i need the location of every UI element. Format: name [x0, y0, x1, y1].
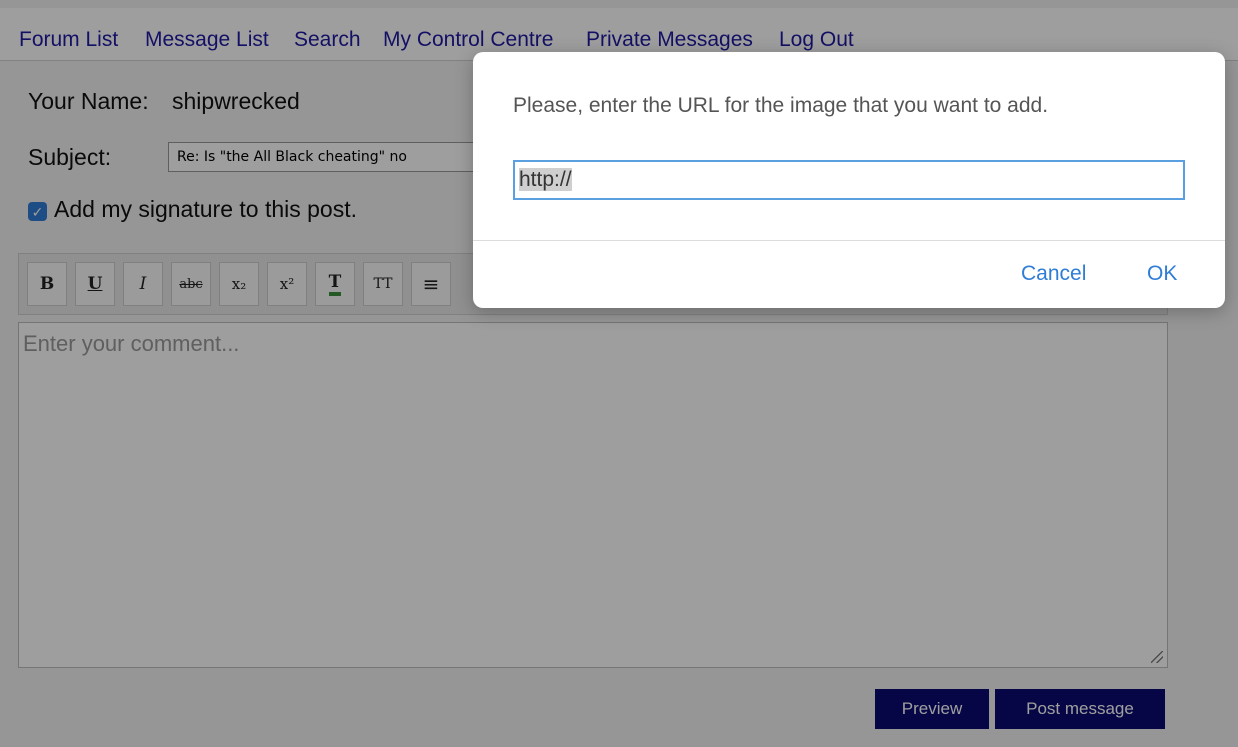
image-url-dialog: Please, enter the URL for the image that… — [473, 52, 1225, 308]
ok-button[interactable]: OK — [1147, 262, 1177, 286]
cancel-button[interactable]: Cancel — [1021, 262, 1086, 286]
dialog-divider — [473, 240, 1225, 241]
image-url-value: http:// — [519, 168, 572, 191]
image-url-input[interactable]: http:// — [513, 160, 1185, 200]
dialog-message: Please, enter the URL for the image that… — [513, 94, 1049, 117]
